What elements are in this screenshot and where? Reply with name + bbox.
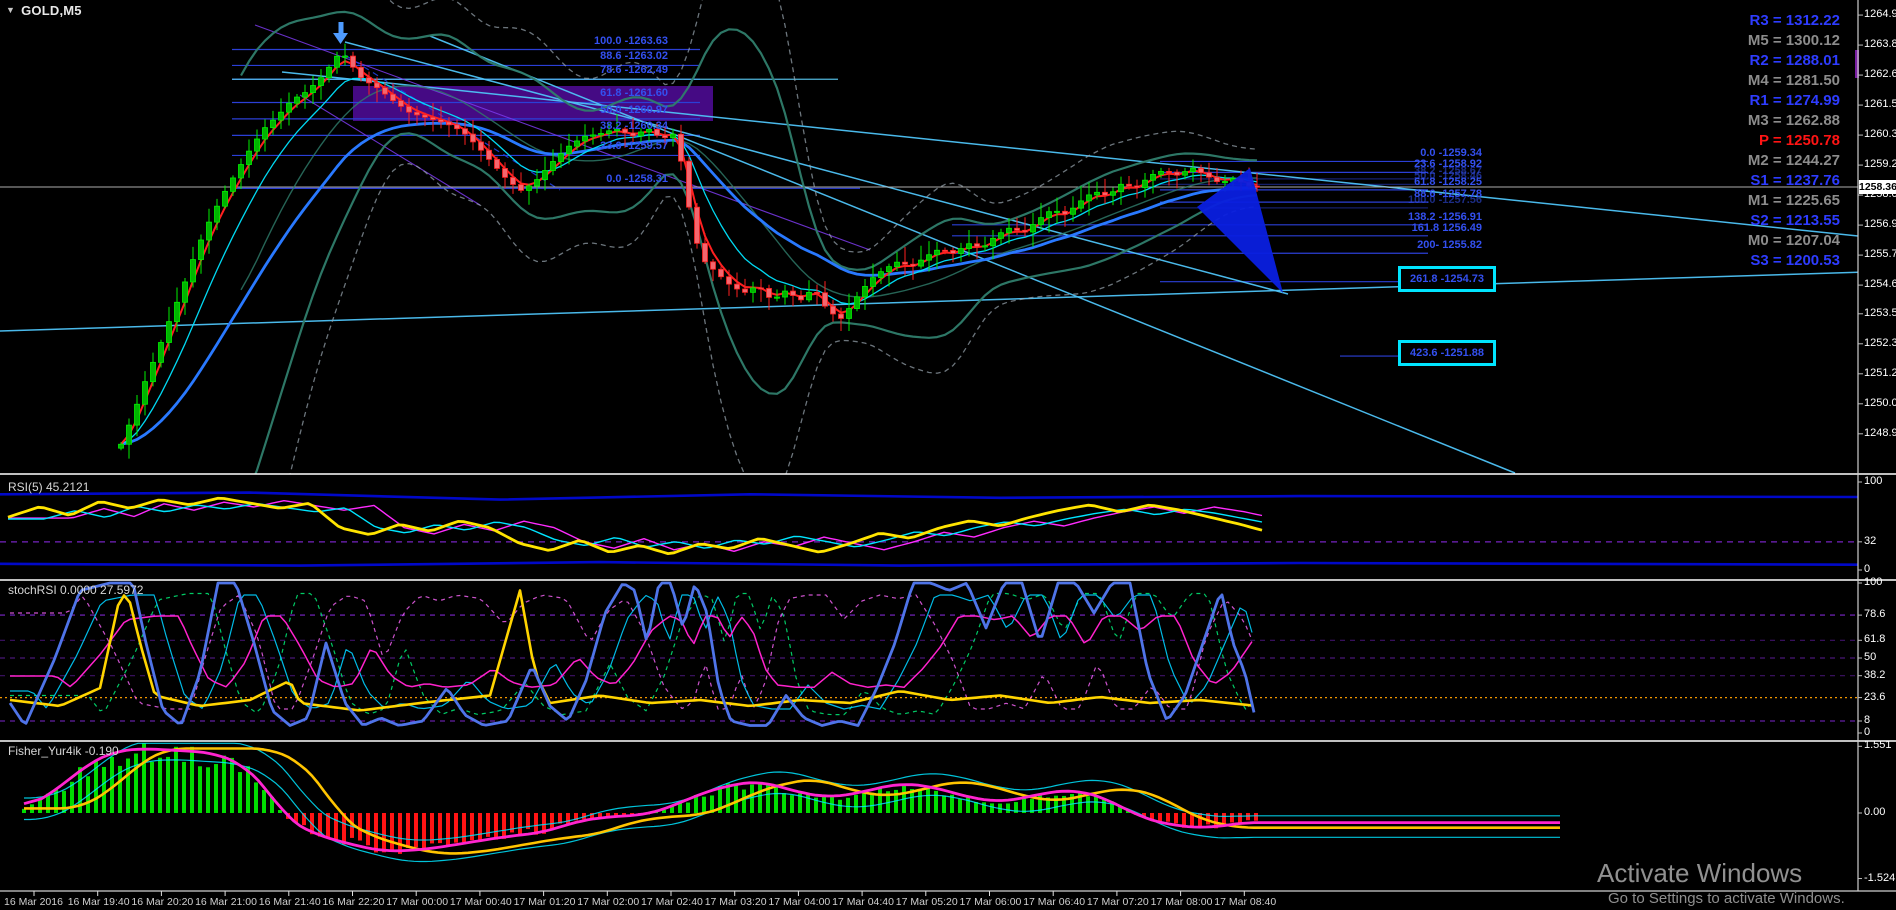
fisher-indicator-label: Fisher_Yur4ik -0.190 xyxy=(8,744,119,758)
symbol-timeframe-label[interactable]: ▼ GOLD,M5 xyxy=(6,3,82,18)
stochrsi-indicator-label: stochRSI 0.0000 27.5972 xyxy=(8,583,144,597)
activate-windows-watermark: Activate Windows xyxy=(1597,858,1803,888)
mt4-gold-m5-chart-window: 1264.951263.801262.651261.501260.351259.… xyxy=(0,0,1896,910)
symbol-text: GOLD,M5 xyxy=(21,3,82,18)
chart-dropdown-icon[interactable]: ▼ xyxy=(6,5,15,15)
activate-windows-subtext: Go to Settings to activate Windows. xyxy=(1608,890,1845,907)
chart-canvas[interactable] xyxy=(0,0,1896,910)
rsi-indicator-label: RSI(5) 45.2121 xyxy=(8,480,90,494)
current-price-box: 1258.36 xyxy=(1859,180,1896,194)
